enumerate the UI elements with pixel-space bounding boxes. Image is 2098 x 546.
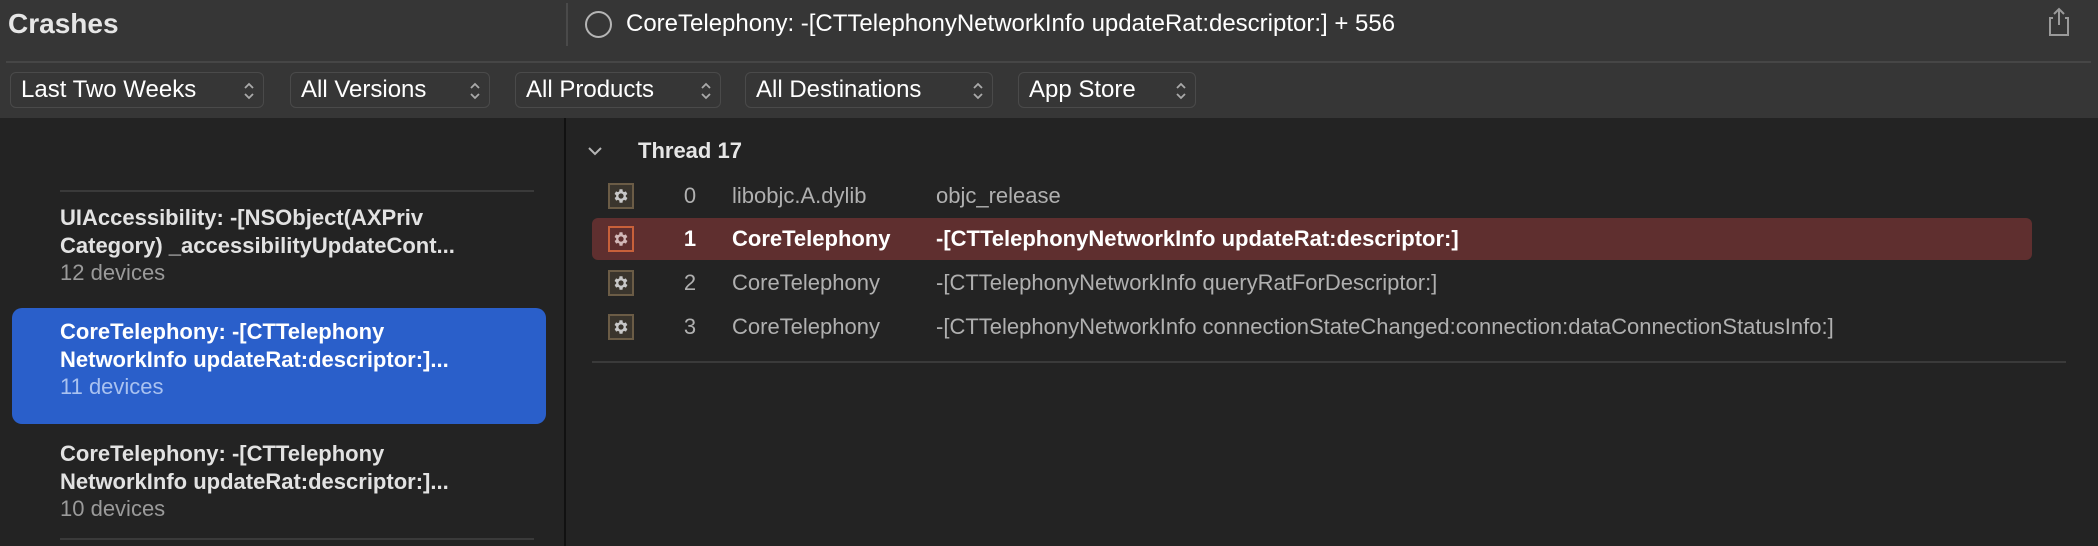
chevron-up-down-icon bbox=[973, 82, 983, 100]
chevron-up-down-icon bbox=[701, 82, 711, 100]
device-count: 12 devices bbox=[60, 260, 166, 285]
frame-library: CoreTelephony bbox=[732, 270, 880, 295]
list-divider bbox=[60, 538, 534, 540]
destination-label: All Destinations bbox=[756, 76, 922, 103]
product-label: All Products bbox=[526, 76, 655, 103]
gear-icon bbox=[614, 189, 628, 203]
crash-list-item[interactable]: 14 devices bbox=[12, 118, 546, 158]
stack-frame-row[interactable]: 0 libobjc.A.dylib objc_release bbox=[592, 175, 2032, 217]
destination-select[interactable]: All Destinations bbox=[745, 72, 993, 108]
product-select[interactable]: All Products bbox=[515, 72, 721, 108]
crashes-window: Crashes CoreTelephony: -[CTTelephonyNetw… bbox=[0, 0, 2098, 546]
stack-frame-row[interactable]: 3 CoreTelephony -[CTTelephonyNetworkInfo… bbox=[592, 306, 2032, 348]
chevron-up-down-icon bbox=[470, 82, 480, 100]
backtrace-panel: Thread 17 0 libobjc.A.dylib objc_release… bbox=[568, 118, 2098, 546]
stack-frame-row-crashed[interactable]: 1 CoreTelephony -[CTTelephonyNetworkInfo… bbox=[592, 218, 2032, 260]
list-divider bbox=[60, 190, 534, 192]
date-range-select[interactable]: Last Two Weeks bbox=[10, 72, 264, 108]
system-frame-badge bbox=[608, 183, 634, 209]
device-count: 10 devices bbox=[60, 496, 166, 521]
crash-list-sidebar: 14 devices UIAccessibility: -[NSObject(A… bbox=[0, 118, 566, 546]
system-frame-badge bbox=[608, 270, 634, 296]
system-frame-badge bbox=[608, 314, 634, 340]
crash-title-line1: CoreTelephony: -[CTTelephony bbox=[60, 441, 385, 466]
chevron-up-down-icon bbox=[244, 82, 254, 100]
app-title: Crashes bbox=[8, 8, 119, 39]
frame-index: 0 bbox=[683, 183, 697, 208]
frame-library: libobjc.A.dylib bbox=[732, 183, 867, 208]
crash-title-line1: CoreTelephony: -[CTTelephony bbox=[60, 319, 385, 344]
frame-library: CoreTelephony bbox=[732, 314, 880, 339]
crash-title-line2: NetworkInfo updateRat:descriptor:]... bbox=[60, 347, 449, 372]
frame-symbol: -[CTTelephonyNetworkInfo updateRat:descr… bbox=[936, 226, 1459, 251]
crash-title-line2: Category) _accessibilityUpdateCont... bbox=[60, 233, 455, 258]
share-icon bbox=[2049, 7, 2069, 36]
title-bar: Crashes CoreTelephony: -[CTTelephonyNetw… bbox=[0, 0, 2098, 50]
stack-frame-row[interactable]: 2 CoreTelephony -[CTTelephonyNetworkInfo… bbox=[592, 262, 2032, 304]
thread-title: Thread 17 bbox=[638, 138, 742, 163]
version-label: All Versions bbox=[301, 76, 427, 103]
gear-icon bbox=[614, 320, 628, 334]
frame-symbol: -[CTTelephonyNetworkInfo connectionState… bbox=[936, 314, 1834, 339]
crash-list-item[interactable]: CoreTelephony: -[CTTelephony NetworkInfo… bbox=[12, 436, 546, 536]
version-select[interactable]: All Versions bbox=[290, 72, 490, 108]
gear-icon bbox=[614, 276, 628, 290]
device-count: 11 devices bbox=[60, 374, 164, 399]
frame-index: 3 bbox=[683, 314, 697, 339]
crash-list-item-selected[interactable]: CoreTelephony: -[CTTelephony NetworkInfo… bbox=[12, 308, 546, 424]
chevron-up-down-icon bbox=[1176, 82, 1186, 100]
header: Crashes CoreTelephony: -[CTTelephonyNetw… bbox=[0, 0, 2098, 118]
share-button[interactable] bbox=[2044, 6, 2074, 38]
crash-title-line2: NetworkInfo updateRat:descriptor:]... bbox=[60, 469, 449, 494]
frame-library: CoreTelephony bbox=[732, 226, 891, 251]
date-range-label: Last Two Weeks bbox=[21, 76, 197, 103]
title-divider bbox=[566, 3, 568, 46]
distribution-label: App Store bbox=[1029, 76, 1136, 103]
frame-index: 2 bbox=[683, 270, 697, 295]
frame-symbol: -[CTTelephonyNetworkInfo queryRatForDesc… bbox=[936, 270, 1438, 295]
frame-index: 1 bbox=[683, 226, 697, 251]
crash-title: CoreTelephony: -[CTTelephonyNetworkInfo … bbox=[626, 10, 1396, 37]
system-frame-badge bbox=[608, 226, 634, 252]
gear-icon bbox=[614, 232, 628, 246]
section-divider bbox=[592, 361, 2066, 363]
crash-title-line1: UIAccessibility: -[NSObject(AXPriv bbox=[60, 205, 424, 230]
chevron-down-icon[interactable] bbox=[586, 144, 604, 158]
header-divider bbox=[6, 61, 2091, 63]
crash-list-item[interactable]: UIAccessibility: -[NSObject(AXPriv Categ… bbox=[12, 200, 546, 310]
filter-bar: Last Two Weeks All Versions All Products… bbox=[0, 72, 2098, 108]
frame-symbol: objc_release bbox=[936, 183, 1061, 208]
distribution-select[interactable]: App Store bbox=[1018, 72, 1196, 108]
circle-outline-icon[interactable] bbox=[585, 11, 612, 38]
